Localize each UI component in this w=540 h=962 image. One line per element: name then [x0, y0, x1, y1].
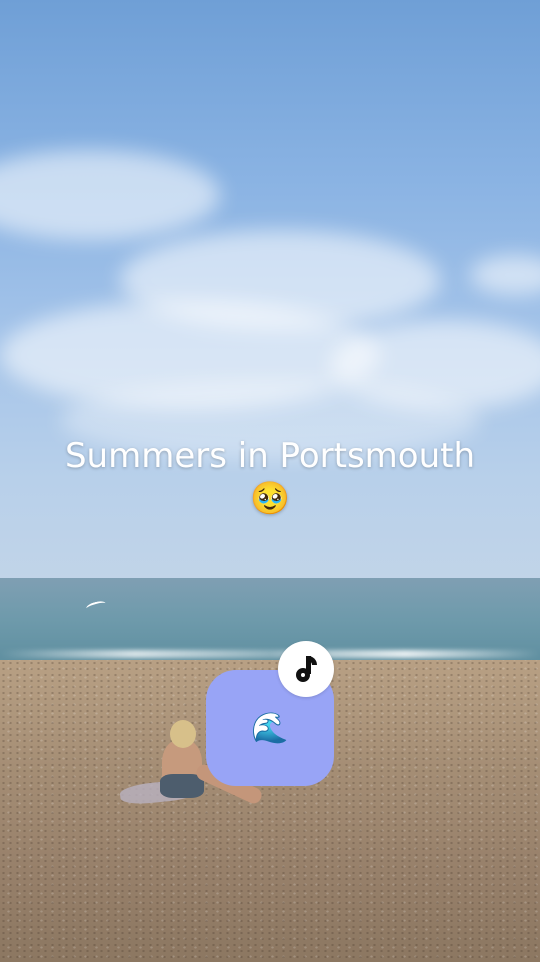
tiktok-badge[interactable]: [278, 641, 334, 697]
cloud: [0, 150, 220, 240]
video-caption: Summers in Portsmouth 🥹: [0, 435, 540, 519]
wave-emoji: 🌊: [251, 710, 289, 746]
pleading-face-emoji: 🥹: [250, 479, 290, 517]
cloud: [470, 255, 540, 295]
tiktok-logo-icon: [294, 656, 318, 682]
caption-text: Summers in Portsmouth: [64, 436, 476, 476]
wave: [0, 650, 540, 658]
